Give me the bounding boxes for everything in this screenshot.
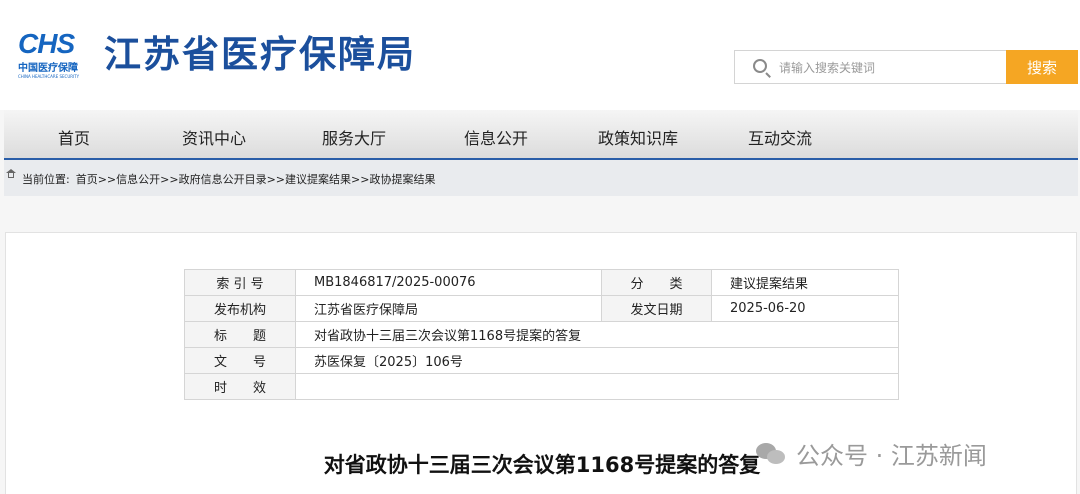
validity-label: 时 效 bbox=[184, 373, 296, 400]
breadcrumb-item-disclosure[interactable]: 信息公开 bbox=[116, 173, 160, 186]
nav-item-interaction[interactable]: 互动交流 bbox=[748, 125, 812, 149]
nav-item-services[interactable]: 服务大厅 bbox=[322, 125, 386, 149]
search-input[interactable] bbox=[777, 51, 1001, 85]
breadcrumb-separator: >> bbox=[97, 173, 117, 186]
publisher-value: 江苏省医疗保障局 bbox=[295, 295, 602, 322]
date-value: 2025-06-20 bbox=[711, 295, 899, 322]
table-row: 时 效 bbox=[184, 373, 899, 400]
logo-en-text: CHINA HEALTHCARE SECURITY bbox=[18, 74, 80, 79]
wechat-icon bbox=[756, 442, 786, 465]
title-label: 标 题 bbox=[184, 321, 296, 348]
breadcrumb-item-cppcc[interactable]: 政协提案结果 bbox=[369, 173, 435, 186]
table-row: 文 号 苏医保复〔2025〕106号 bbox=[184, 347, 899, 374]
docno-value: 苏医保复〔2025〕106号 bbox=[295, 347, 899, 374]
title-value: 对省政协十三届三次会议第1168号提案的答复 bbox=[295, 321, 899, 348]
publisher-label: 发布机构 bbox=[184, 295, 296, 322]
nav-item-policy[interactable]: 政策知识库 bbox=[598, 125, 678, 149]
site-title[interactable]: 江苏省医疗保障局 bbox=[104, 24, 416, 78]
date-label: 发文日期 bbox=[601, 295, 712, 322]
logo-cn-text: 中国医疗保障 bbox=[18, 63, 78, 74]
breadcrumb: 当前位置: 首页>>信息公开>>政府信息公开目录>>建议提案结果>>政协提案结果 bbox=[4, 160, 1078, 196]
validity-value bbox=[295, 373, 899, 400]
logo-mark: CHS bbox=[18, 28, 75, 59]
breadcrumb-item-home[interactable]: 首页 bbox=[76, 173, 98, 186]
table-row: 索 引 号 MB1846817/2025-00076 分 类 建议提案结果 bbox=[184, 269, 899, 296]
index-value: MB1846817/2025-00076 bbox=[295, 269, 602, 296]
breadcrumb-item-proposals[interactable]: 建议提案结果 bbox=[285, 173, 351, 186]
index-label: 索 引 号 bbox=[184, 269, 296, 296]
home-icon bbox=[6, 169, 16, 181]
category-label: 分 类 bbox=[601, 269, 712, 296]
search-box bbox=[734, 50, 1006, 85]
table-row: 发布机构 江苏省医疗保障局 发文日期 2025-06-20 bbox=[184, 295, 899, 322]
header: CHS 中国医疗保障 CHINA HEALTHCARE SECURITY 江苏省… bbox=[0, 0, 1080, 110]
chs-logo[interactable]: CHS 中国医疗保障 CHINA HEALTHCARE SECURITY bbox=[18, 28, 90, 80]
watermark: 公众号 · 江苏新闻 bbox=[756, 436, 987, 471]
search-icon bbox=[753, 59, 767, 73]
breadcrumb-item-catalog[interactable]: 政府信息公开目录 bbox=[179, 173, 267, 186]
breadcrumb-label: 当前位置: bbox=[22, 173, 70, 186]
docno-label: 文 号 bbox=[184, 347, 296, 374]
document-meta-table: 索 引 号 MB1846817/2025-00076 分 类 建议提案结果 发布… bbox=[184, 269, 899, 400]
nav-item-home[interactable]: 首页 bbox=[58, 125, 90, 149]
table-row: 标 题 对省政协十三届三次会议第1168号提案的答复 bbox=[184, 321, 899, 348]
breadcrumb-separator: >> bbox=[160, 173, 179, 186]
category-value: 建议提案结果 bbox=[711, 269, 899, 296]
nav-item-news[interactable]: 资讯中心 bbox=[182, 125, 246, 149]
main-nav: 首页 资讯中心 服务大厅 信息公开 政策知识库 互动交流 bbox=[4, 110, 1078, 160]
nav-item-disclosure[interactable]: 信息公开 bbox=[464, 125, 528, 149]
breadcrumb-separator: >> bbox=[351, 173, 370, 186]
breadcrumb-separator: >> bbox=[266, 173, 286, 186]
watermark-text: 公众号 · 江苏新闻 bbox=[796, 442, 987, 470]
search-button[interactable]: 搜索 bbox=[1006, 50, 1078, 84]
